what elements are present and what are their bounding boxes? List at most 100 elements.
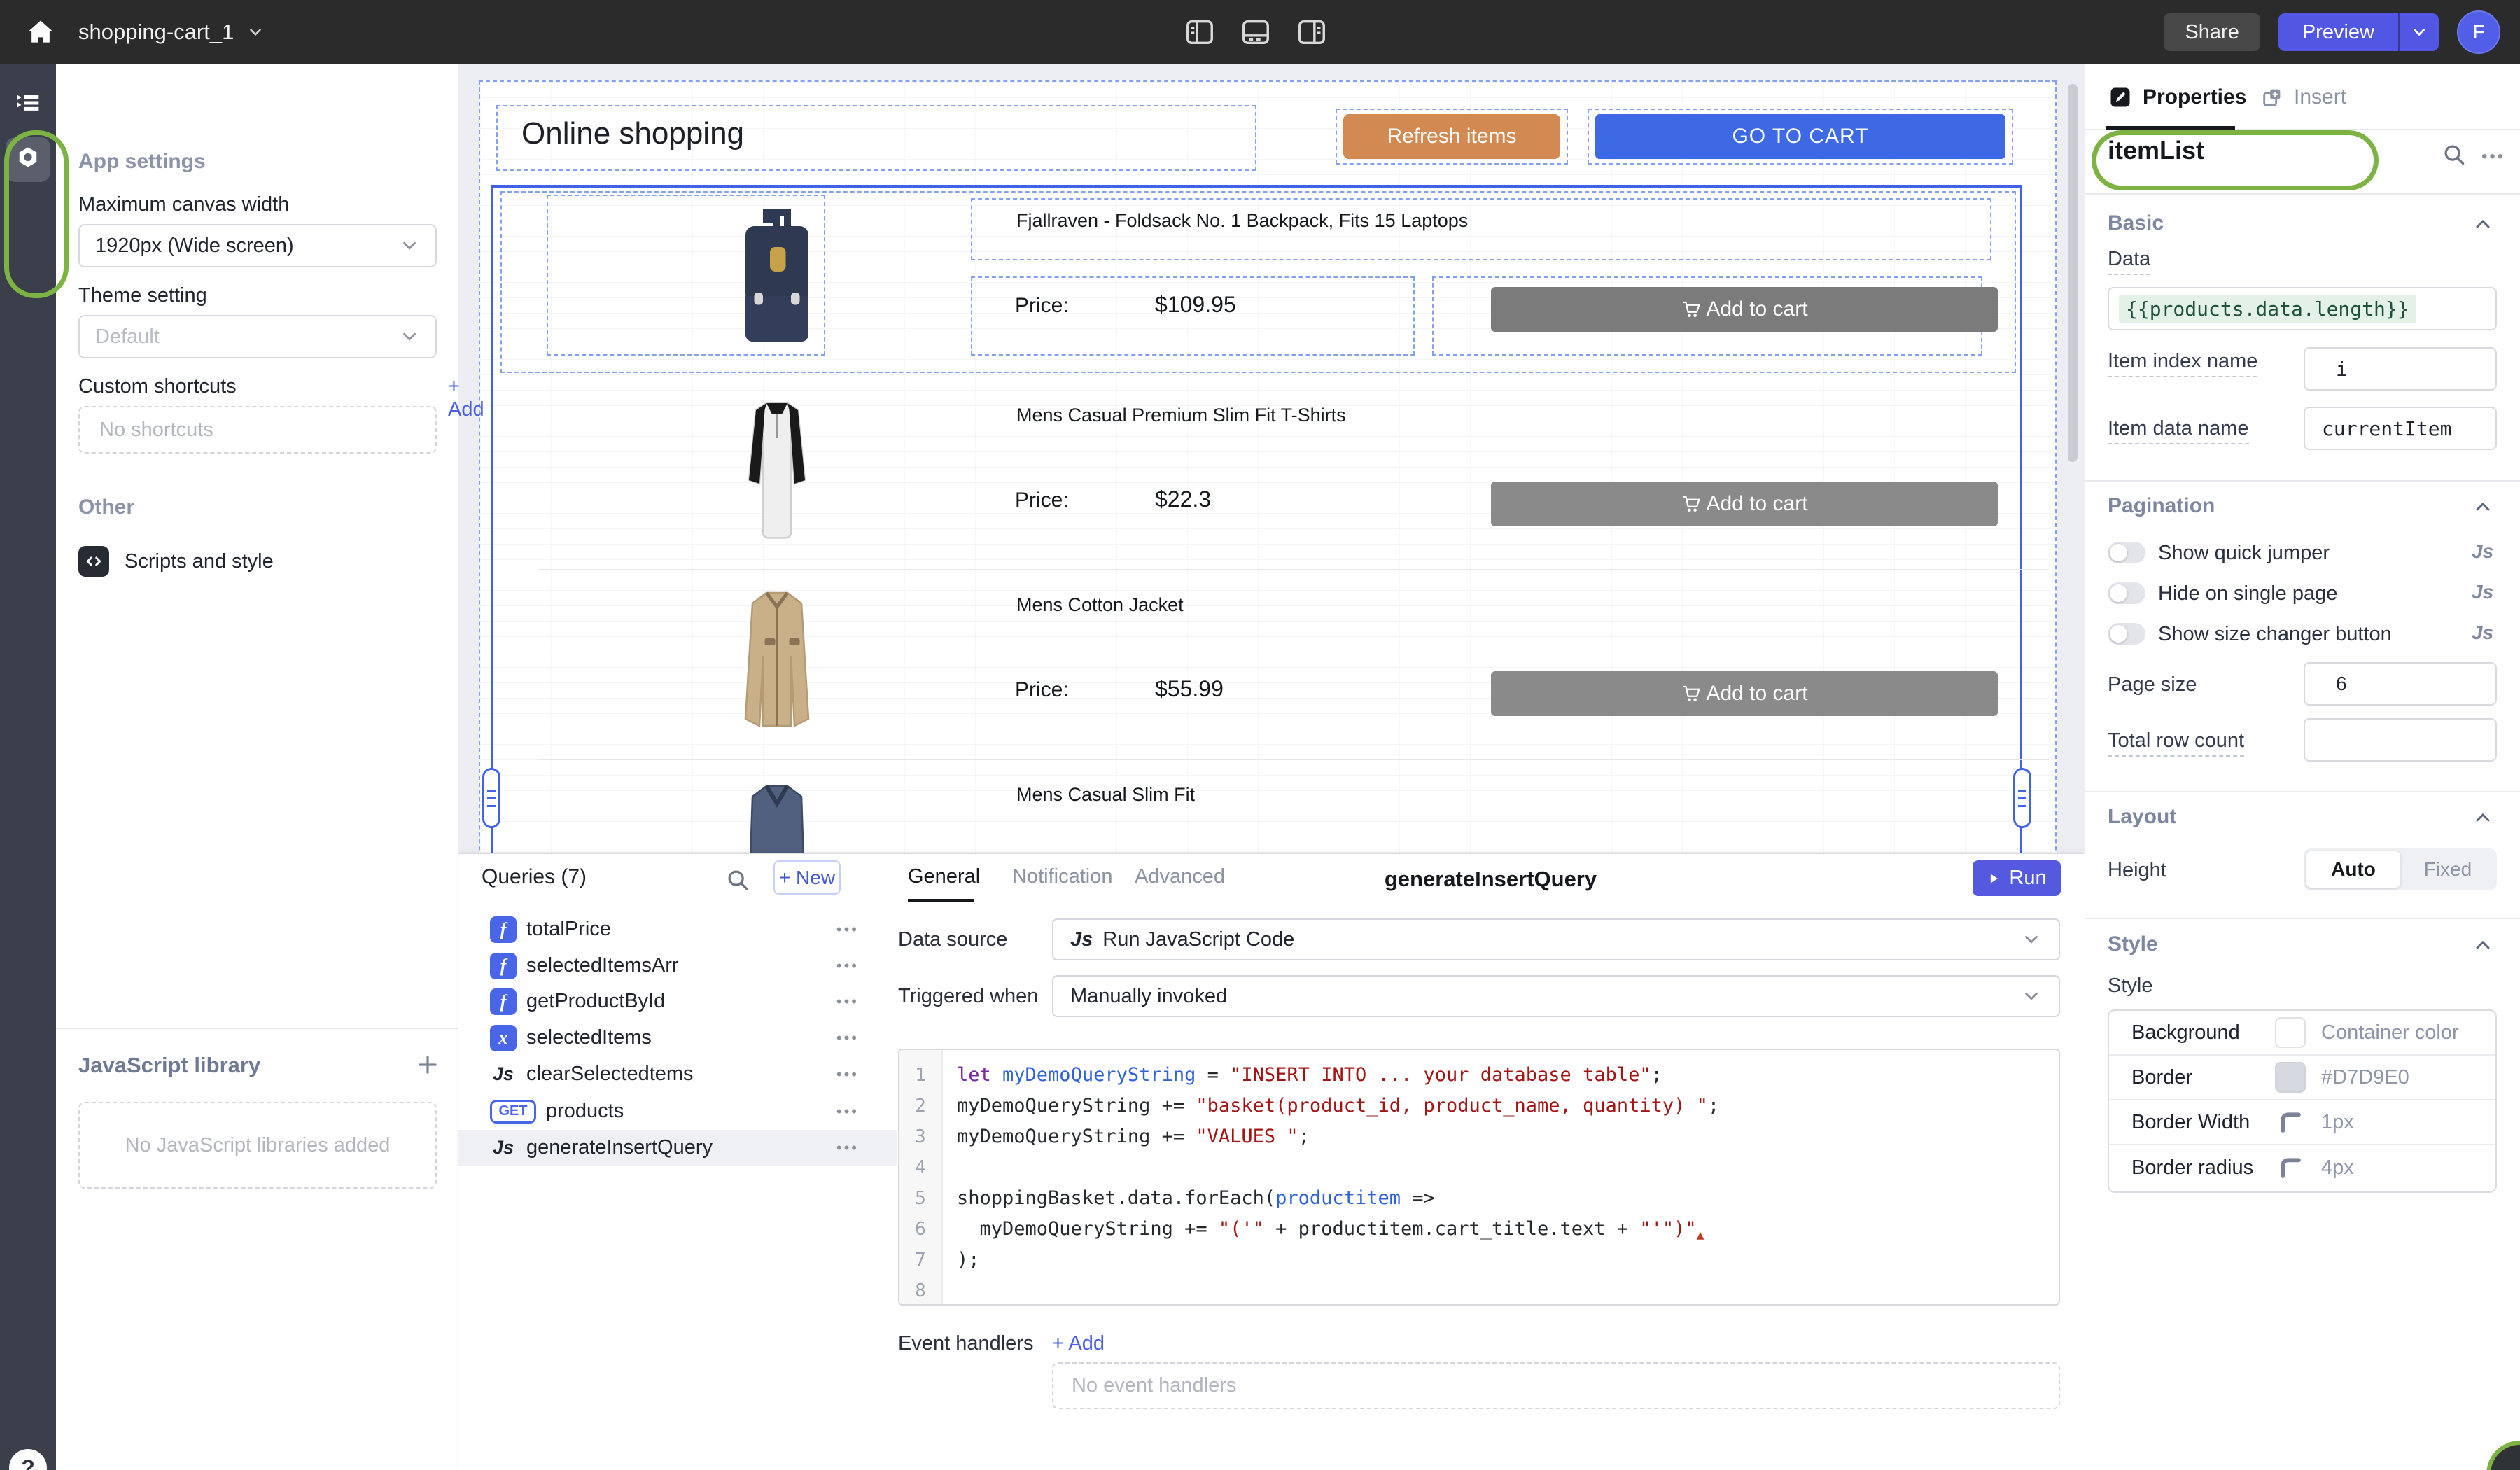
- product-row[interactable]: Mens Casual Slim Fit: [493, 769, 2024, 853]
- product-row[interactable]: Mens Casual Premium Slim Fit T-Shirts Pr…: [493, 389, 2024, 564]
- total-row-count-label: Total row count: [2108, 729, 2244, 752]
- hide-on-single-page-toggle[interactable]: [2108, 582, 2146, 604]
- run-button[interactable]: Run: [1973, 860, 2061, 896]
- preview-dropdown-button[interactable]: [2398, 13, 2439, 51]
- app-name-menu[interactable]: shopping-cart_1: [78, 0, 265, 64]
- divider: [2085, 480, 2520, 482]
- js-badge[interactable]: Js: [2472, 540, 2493, 563]
- row-divider: [538, 759, 2049, 760]
- style-section-title: Style: [2108, 932, 2158, 956]
- row-menu-icon[interactable]: •••: [836, 957, 859, 975]
- triggered-when-select[interactable]: Manually invoked: [1052, 975, 2060, 1017]
- home-button[interactable]: [21, 13, 60, 52]
- product-row[interactable]: Mens Cotton Jacket Price: $55.99 Add to …: [493, 579, 2024, 754]
- row-menu-icon[interactable]: •••: [836, 920, 859, 939]
- data-source-label: Data source: [898, 928, 1007, 951]
- add-js-library-icon[interactable]: [414, 1051, 441, 1078]
- tab-insert[interactable]: Insert: [2260, 64, 2346, 130]
- add-shortcut-link[interactable]: + Add: [448, 375, 484, 421]
- query-row-generateInsertQuery[interactable]: Js generateInsertQuery •••: [458, 1130, 897, 1166]
- product-title: Mens Casual Slim Fit: [1016, 784, 1195, 806]
- function-icon: f: [490, 953, 517, 979]
- go-to-cart-button[interactable]: GO TO CART: [1595, 114, 2005, 159]
- preview-button[interactable]: Preview: [2278, 13, 2398, 51]
- chevron-down-icon: [2021, 929, 2042, 950]
- avatar[interactable]: F: [2457, 10, 2500, 54]
- total-row-count-input[interactable]: [2304, 718, 2497, 762]
- toggle-right-panel-icon[interactable]: [1295, 15, 1329, 49]
- style-row-value: 4px: [2321, 1156, 2354, 1180]
- code-line: myDemoQueryString += "basket(product_id,…: [957, 1091, 2059, 1121]
- search-icon[interactable]: [724, 867, 752, 895]
- canvas: Online shopping Refresh items GO TO CART…: [458, 64, 2085, 853]
- search-icon[interactable]: [2441, 141, 2468, 168]
- add-to-cart-button[interactable]: Add to cart: [1491, 287, 1998, 332]
- query-row-totalPrice[interactable]: f totalPrice •••: [458, 911, 897, 947]
- height-fixed-option[interactable]: Fixed: [2401, 850, 2495, 888]
- container-left-handle[interactable]: [482, 768, 500, 828]
- max-canvas-width-select[interactable]: 1920px (Wide screen): [78, 224, 437, 267]
- row-menu-icon[interactable]: •••: [836, 1139, 859, 1157]
- row-menu-icon[interactable]: •••: [836, 1102, 859, 1121]
- component-menu-icon[interactable]: •••: [2482, 147, 2505, 167]
- canvas-scrollbar[interactable]: [2068, 84, 2078, 462]
- style-row-border-width[interactable]: Border Width 1px: [2109, 1100, 2496, 1145]
- js-badge[interactable]: Js: [2472, 622, 2493, 644]
- color-swatch[interactable]: [2275, 1017, 2306, 1048]
- share-button[interactable]: Share: [2164, 13, 2260, 51]
- item-data-name-label: Item data name: [2108, 417, 2249, 440]
- add-event-handler-link[interactable]: + Add: [1052, 1332, 1105, 1355]
- style-row-border[interactable]: Border #D7D9E0: [2109, 1056, 2496, 1100]
- data-source-select[interactable]: Js Run JavaScript Code: [1052, 918, 2060, 960]
- cart-icon: [1681, 299, 1702, 320]
- add-to-cart-button[interactable]: Add to cart: [1491, 671, 1998, 716]
- app-settings-button[interactable]: [6, 137, 50, 182]
- js-badge[interactable]: Js: [2472, 581, 2493, 603]
- new-query-button[interactable]: + New: [774, 860, 841, 895]
- theme-setting-value: Default: [95, 326, 160, 349]
- item-list-container[interactable]: Fjallraven - Foldsack No. 1 Backpack, Fi…: [491, 185, 2022, 853]
- style-row-border-radius[interactable]: Border radius 4px: [2109, 1145, 2496, 1190]
- query-row-selectedItemsArr[interactable]: f selectedItemsArr •••: [458, 948, 897, 983]
- collapse-style-icon[interactable]: [2472, 934, 2494, 956]
- container-right-handle[interactable]: [2013, 768, 2031, 828]
- color-swatch[interactable]: [2275, 1062, 2306, 1093]
- function-icon: f: [490, 916, 517, 943]
- query-row-getProductById[interactable]: f getProductById •••: [458, 983, 897, 1019]
- chevron-down-icon: [399, 235, 420, 256]
- collapse-pagination-icon[interactable]: [2472, 496, 2494, 518]
- page-size-input[interactable]: 6: [2304, 662, 2497, 706]
- line-number: 2: [899, 1091, 941, 1121]
- query-row-products[interactable]: GET products •••: [458, 1093, 897, 1129]
- theme-setting-select[interactable]: Default: [78, 315, 437, 358]
- item-index-name-input[interactable]: i: [2304, 347, 2497, 391]
- collapse-basic-icon[interactable]: [2472, 213, 2494, 235]
- row-menu-icon[interactable]: •••: [836, 993, 859, 1011]
- product-row[interactable]: Fjallraven - Foldsack No. 1 Backpack, Fi…: [493, 195, 2024, 370]
- add-to-cart-button[interactable]: Add to cart: [1491, 482, 1998, 526]
- show-size-changer-toggle[interactable]: [2108, 623, 2146, 645]
- data-input[interactable]: {{products.data.length}}: [2108, 287, 2497, 330]
- height-segmented-control[interactable]: Auto Fixed: [2304, 848, 2497, 890]
- tab-properties[interactable]: Properties: [2108, 64, 2246, 130]
- code-editor[interactable]: 12345678 let myDemoQueryString = "INSERT…: [898, 1049, 2060, 1306]
- toggle-left-panel-icon[interactable]: [1183, 15, 1217, 49]
- scripts-and-style-item[interactable]: Scripts and style: [78, 546, 274, 577]
- divider: [2085, 193, 2520, 195]
- component-tree-button[interactable]: [6, 80, 50, 125]
- height-auto-option[interactable]: Auto: [2306, 850, 2401, 888]
- custom-shortcuts-label: Custom shortcuts: [78, 375, 237, 398]
- product-title: Mens Casual Premium Slim Fit T-Shirts: [1016, 405, 1346, 426]
- row-menu-icon[interactable]: •••: [836, 1065, 859, 1084]
- query-row-clearSelectedtems[interactable]: Js clearSelectedtems •••: [458, 1056, 897, 1092]
- show-quick-jumper-toggle[interactable]: [2108, 542, 2146, 564]
- item-index-name-value: i: [2336, 358, 2348, 381]
- refresh-items-button[interactable]: Refresh items: [1343, 114, 1560, 159]
- collapse-layout-icon[interactable]: [2472, 806, 2494, 829]
- style-row-background[interactable]: Background Container color: [2109, 1011, 2496, 1056]
- item-data-name-input[interactable]: currentItem: [2304, 407, 2497, 450]
- query-row-selectedItems[interactable]: x selectedItems •••: [458, 1020, 897, 1056]
- row-menu-icon[interactable]: •••: [836, 1029, 859, 1047]
- help-button[interactable]: ?: [9, 1449, 47, 1470]
- toggle-bottom-panel-icon[interactable]: [1239, 15, 1273, 49]
